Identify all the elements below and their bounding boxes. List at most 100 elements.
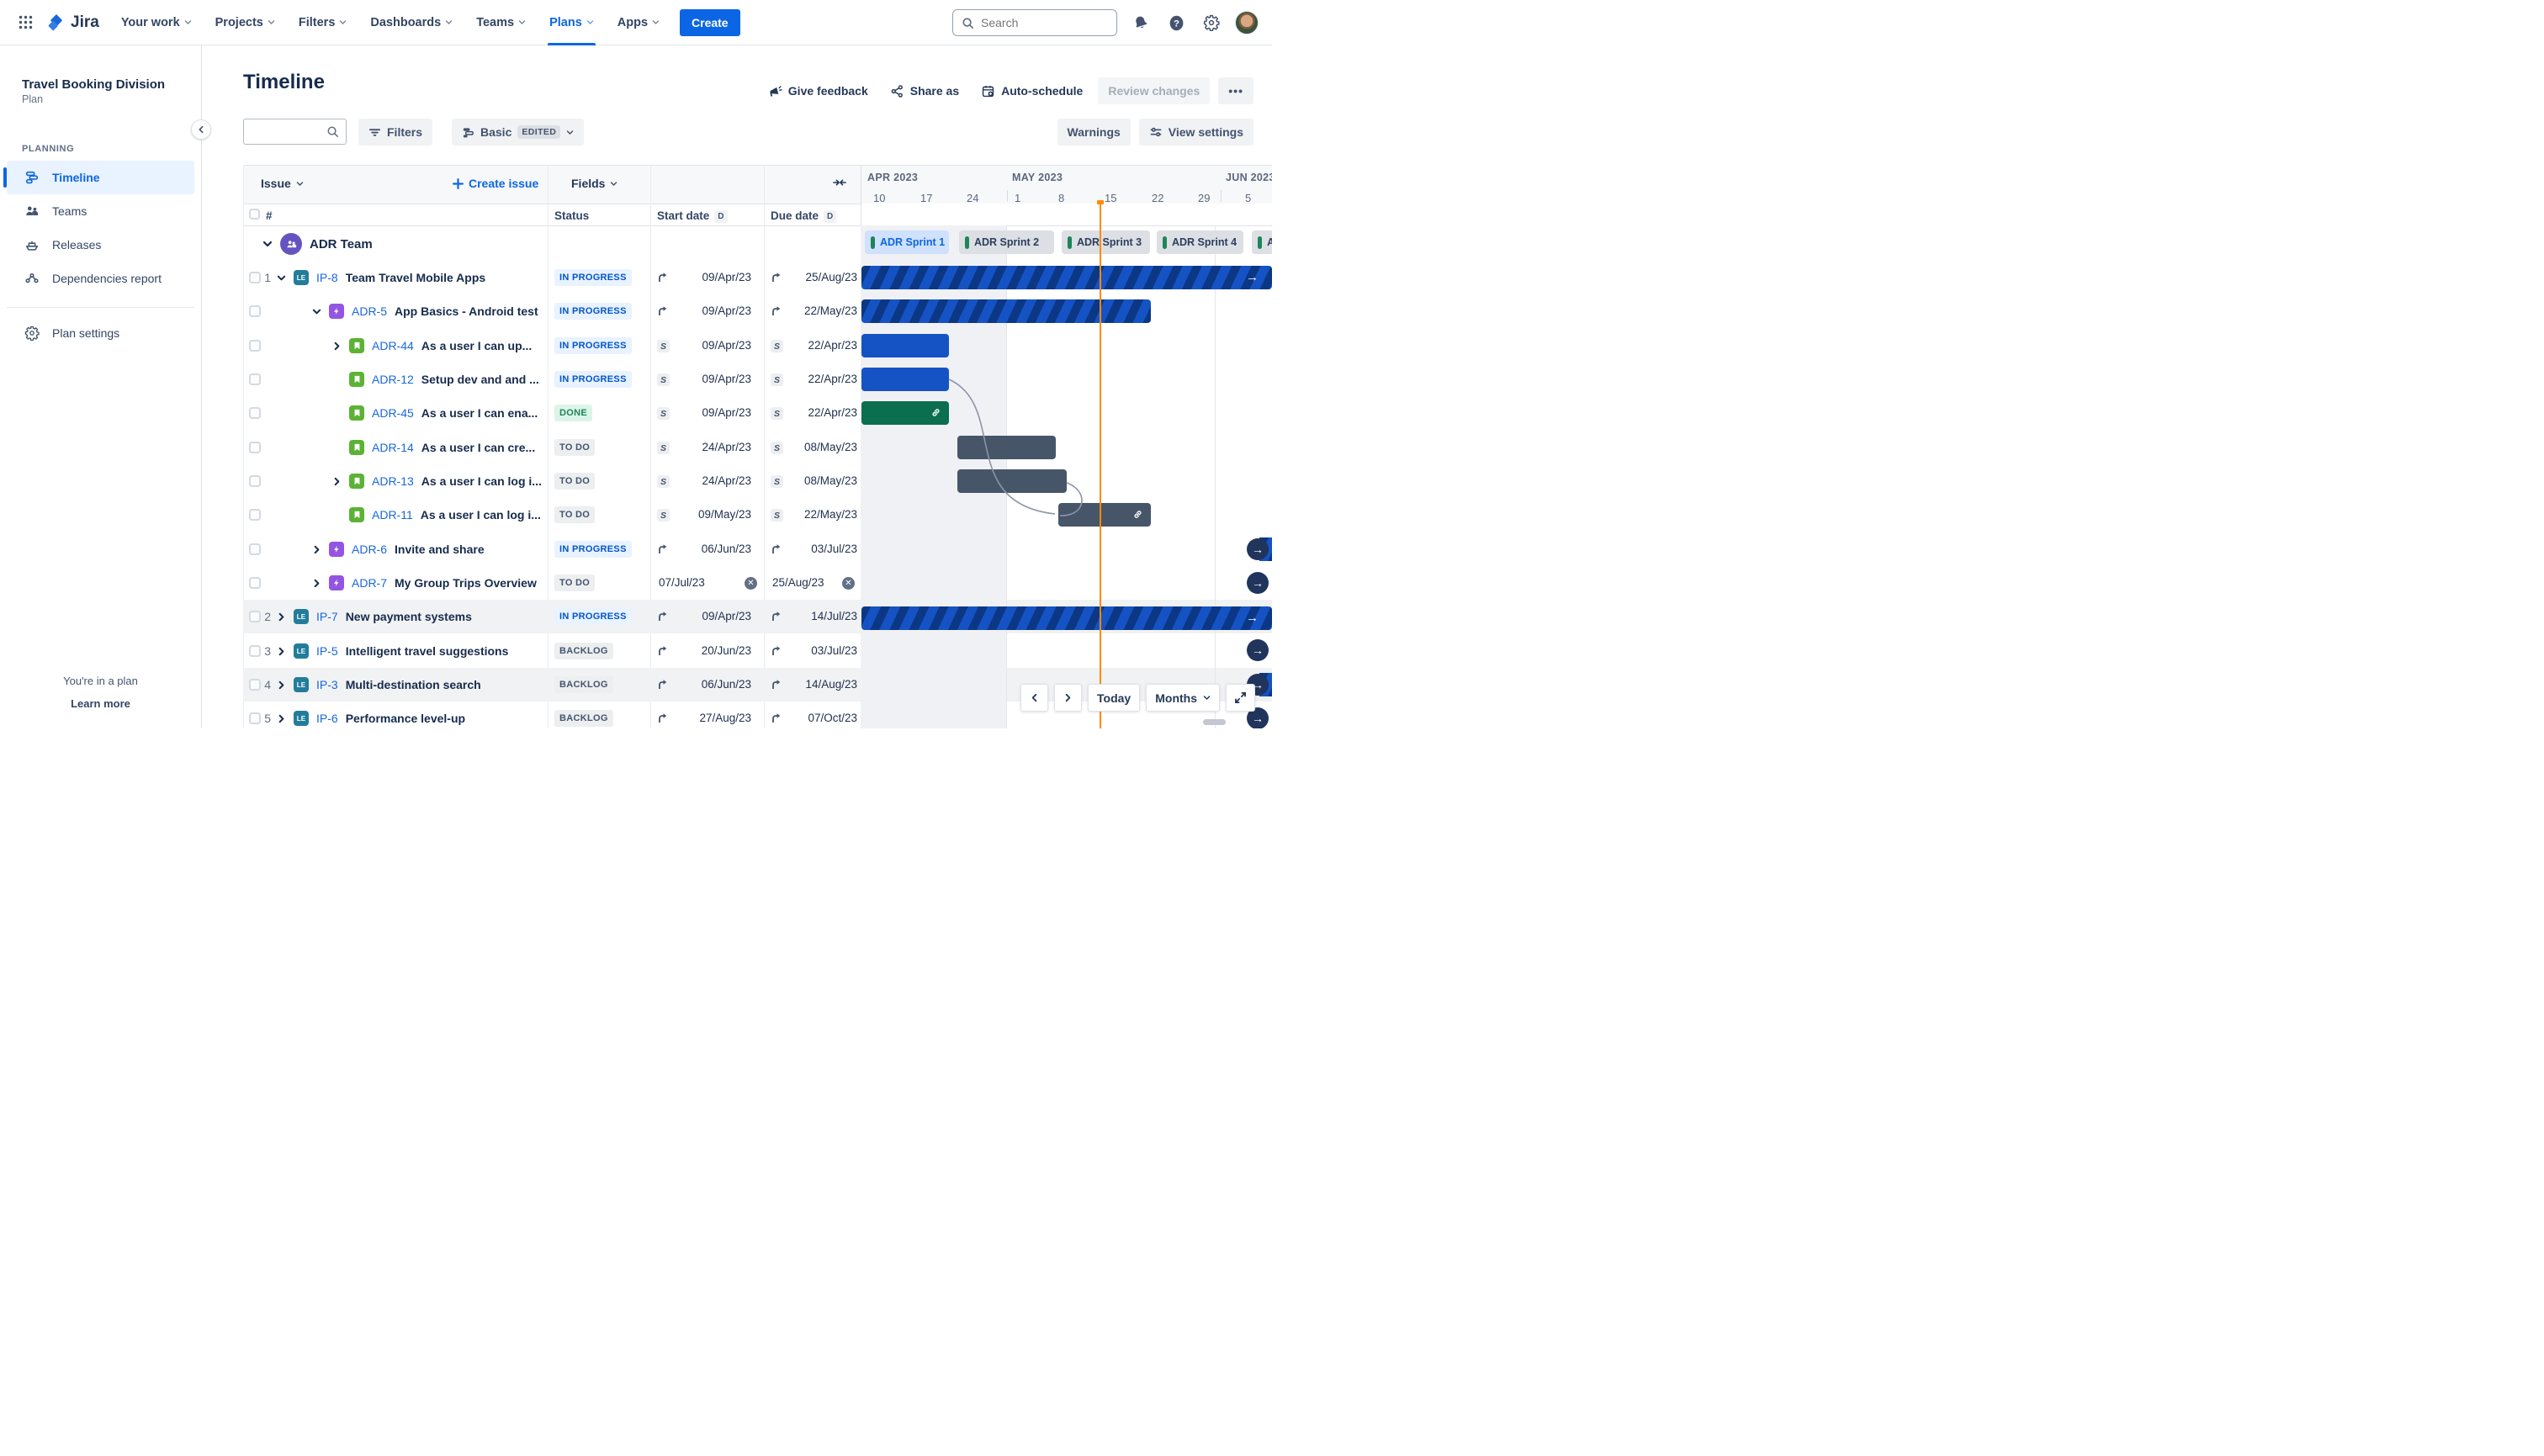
row-checkbox[interactable] bbox=[249, 475, 261, 487]
sprint-bar[interactable]: ADR Sprint 3 bbox=[1062, 230, 1150, 254]
gantt-bar-adr13[interactable] bbox=[957, 469, 1067, 493]
status-badge[interactable]: TO DO bbox=[554, 473, 596, 490]
issue-title[interactable]: Team Travel Mobile Apps bbox=[346, 271, 486, 284]
issue-title[interactable]: Intelligent travel suggestions bbox=[346, 644, 509, 658]
due-date[interactable]: 22/Apr/23 bbox=[770, 373, 857, 385]
chevron-right-icon[interactable] bbox=[276, 714, 286, 723]
sidebar-item-dependencies-report[interactable]: Dependencies report bbox=[7, 262, 194, 295]
timeline-search-input[interactable] bbox=[243, 119, 347, 145]
issue-title[interactable]: As a user I can ena... bbox=[421, 406, 538, 420]
row-checkbox[interactable] bbox=[249, 407, 261, 419]
chevron-right-icon[interactable] bbox=[276, 612, 286, 622]
row-checkbox[interactable] bbox=[249, 509, 261, 521]
start-date[interactable]: 09/Apr/23 bbox=[664, 304, 751, 317]
scroll-right-button[interactable] bbox=[1054, 684, 1083, 712]
app-switcher-icon[interactable] bbox=[12, 9, 39, 36]
nav-plans[interactable]: Plans bbox=[541, 0, 602, 45]
status-badge[interactable]: IN PROGRESS bbox=[554, 371, 632, 388]
gantt-bar-ip8[interactable]: → bbox=[861, 266, 1272, 289]
status-badge[interactable]: BACKLOG bbox=[554, 710, 613, 727]
jira-logo[interactable]: Jira bbox=[44, 13, 108, 33]
row-checkbox[interactable] bbox=[249, 305, 261, 317]
gantt-bar-adr11[interactable] bbox=[1058, 503, 1151, 527]
issue-title[interactable]: Setup dev and and ... bbox=[421, 373, 539, 386]
sidebar-item-teams[interactable]: Teams bbox=[7, 194, 194, 228]
issue-title[interactable]: As a user I can cre... bbox=[421, 441, 535, 454]
clear-date-icon[interactable]: ✕ bbox=[745, 577, 757, 590]
sprint-bar[interactable]: ADR bbox=[1252, 230, 1272, 254]
sidebar-collapse-button[interactable] bbox=[191, 119, 211, 140]
issue-title[interactable]: My Group Trips Overview bbox=[395, 576, 537, 590]
due-date[interactable]: 14/Aug/23 bbox=[770, 678, 857, 691]
due-date[interactable]: 22/May/23 bbox=[770, 304, 857, 317]
row-checkbox[interactable] bbox=[249, 340, 261, 352]
due-date[interactable]: 08/May/23 bbox=[770, 474, 857, 487]
start-date[interactable]: 24/Apr/23 bbox=[664, 441, 751, 453]
select-all-checkbox[interactable] bbox=[249, 209, 260, 220]
status-badge[interactable]: BACKLOG bbox=[554, 643, 613, 659]
issue-title[interactable]: App Basics - Android test bbox=[395, 304, 538, 318]
chevron-right-icon[interactable] bbox=[331, 477, 342, 486]
filters-button[interactable]: Filters bbox=[358, 119, 433, 146]
start-date[interactable]: 09/Apr/23 bbox=[664, 406, 751, 419]
sprint-bar[interactable]: ADR Sprint 2 bbox=[959, 230, 1054, 254]
scroll-to-bar-button[interactable]: → bbox=[1247, 639, 1269, 661]
issue-title[interactable]: As a user I can log i... bbox=[421, 474, 542, 488]
issue-key[interactable]: IP-8 bbox=[316, 271, 338, 284]
gantt-bar-ip7[interactable]: → bbox=[861, 606, 1272, 630]
gantt-bar-adr14[interactable] bbox=[957, 436, 1056, 459]
status-badge[interactable]: BACKLOG bbox=[554, 676, 613, 693]
auto-schedule-button[interactable]: Auto-schedule bbox=[974, 77, 1089, 104]
warnings-button[interactable]: Warnings bbox=[1057, 119, 1131, 146]
issue-title[interactable]: New payment systems bbox=[346, 610, 472, 623]
nav-your-work[interactable]: Your work bbox=[113, 0, 200, 45]
issue-key[interactable]: ADR-12 bbox=[372, 373, 414, 386]
due-date[interactable]: 03/Jul/23 bbox=[770, 644, 857, 657]
create-issue-button[interactable]: Create issue bbox=[453, 177, 538, 190]
nav-teams[interactable]: Teams bbox=[468, 0, 534, 45]
chevron-down-icon[interactable] bbox=[311, 307, 321, 316]
issue-key[interactable]: IP-6 bbox=[316, 712, 338, 725]
sidebar-item-releases[interactable]: Releases bbox=[7, 228, 194, 262]
status-badge[interactable]: IN PROGRESS bbox=[554, 541, 632, 558]
gantt-bar-adr5[interactable] bbox=[861, 299, 1151, 323]
learn-more-link[interactable]: Learn more bbox=[0, 697, 201, 710]
issue-key[interactable]: ADR-13 bbox=[372, 474, 414, 488]
nav-dashboards[interactable]: Dashboards bbox=[362, 0, 461, 45]
gantt-bar-adr45[interactable] bbox=[861, 401, 949, 425]
start-date[interactable]: 09/Apr/23 bbox=[664, 271, 751, 283]
global-search-field[interactable] bbox=[981, 16, 1099, 29]
create-button[interactable]: Create bbox=[680, 8, 740, 36]
chevron-right-icon[interactable] bbox=[311, 545, 321, 554]
status-badge[interactable]: IN PROGRESS bbox=[554, 303, 632, 320]
scroll-to-bar-button[interactable]: → bbox=[1247, 572, 1269, 594]
row-checkbox[interactable] bbox=[249, 373, 261, 385]
status-badge[interactable]: IN PROGRESS bbox=[554, 608, 632, 625]
status-badge[interactable]: IN PROGRESS bbox=[554, 269, 632, 286]
status-badge[interactable]: DONE bbox=[554, 405, 592, 421]
issue-title[interactable]: Multi-destination search bbox=[346, 678, 481, 691]
issue-title[interactable]: Performance level-up bbox=[346, 712, 465, 725]
nav-apps[interactable]: Apps bbox=[609, 0, 668, 45]
review-changes-button[interactable]: Review changes bbox=[1098, 77, 1211, 104]
issue-key[interactable]: ADR-6 bbox=[352, 543, 387, 556]
fields-menu[interactable]: Fields bbox=[571, 177, 617, 190]
chevron-down-icon[interactable] bbox=[276, 273, 286, 283]
chevron-right-icon[interactable] bbox=[276, 647, 286, 656]
start-date[interactable]: 07/Jul/23 bbox=[659, 576, 746, 589]
row-checkbox[interactable] bbox=[249, 577, 261, 589]
chevron-down-icon[interactable] bbox=[262, 239, 273, 249]
sprint-bar[interactable]: ADR Sprint 4 bbox=[1157, 230, 1243, 254]
issue-column-header[interactable]: Issue bbox=[261, 177, 304, 190]
chevron-right-icon[interactable] bbox=[276, 680, 286, 690]
gantt-bar-adr12[interactable] bbox=[861, 368, 949, 391]
sidebar-item-plan-settings[interactable]: Plan settings bbox=[7, 316, 194, 350]
start-date[interactable]: 24/Apr/23 bbox=[664, 474, 751, 487]
zoom-level-select[interactable]: Months bbox=[1146, 684, 1220, 712]
due-date[interactable]: 14/Jul/23 bbox=[770, 610, 857, 622]
help-icon[interactable]: ? bbox=[1164, 11, 1188, 34]
start-date[interactable]: 09/May/23 bbox=[664, 508, 751, 521]
issue-key[interactable]: IP-5 bbox=[316, 644, 338, 658]
fullscreen-button[interactable] bbox=[1226, 684, 1255, 712]
sprint-bar[interactable]: ADR Sprint 1 bbox=[865, 230, 949, 254]
